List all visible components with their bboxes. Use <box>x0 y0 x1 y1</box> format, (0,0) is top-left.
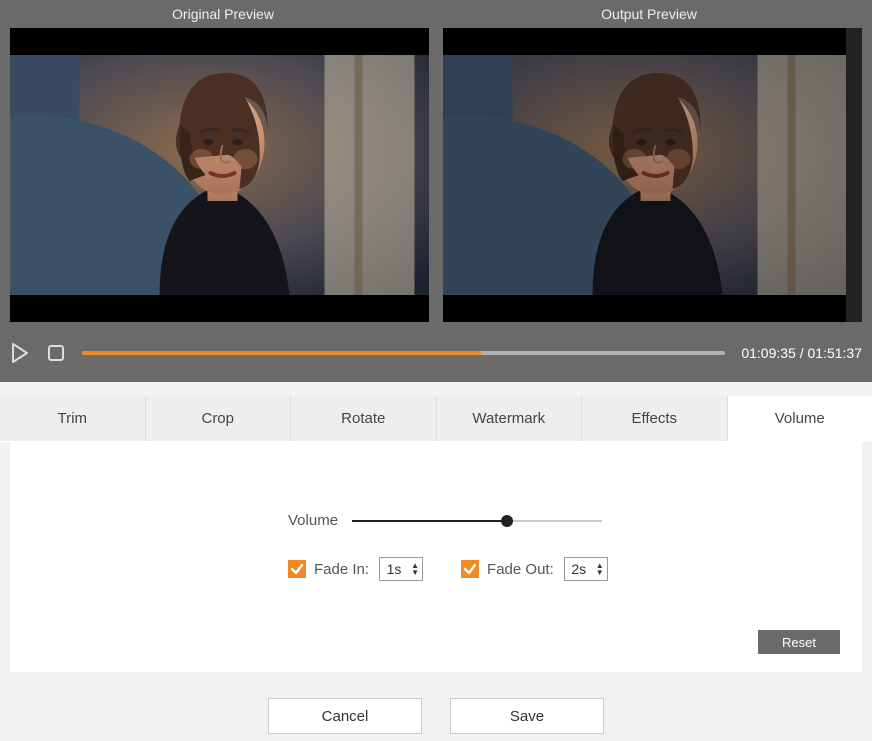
output-preview <box>443 28 862 322</box>
check-icon <box>463 562 477 576</box>
tab-trim[interactable]: Trim <box>0 396 145 441</box>
stop-icon <box>46 343 66 363</box>
tab-bar: Trim Crop Rotate Watermark Effects Volum… <box>0 396 872 442</box>
tab-effects[interactable]: Effects <box>581 396 727 441</box>
play-icon <box>10 342 30 364</box>
fade-in-checkbox[interactable] <box>288 560 306 578</box>
fade-in-stepper[interactable]: 1s ▲▼ <box>379 557 423 581</box>
reset-button[interactable]: Reset <box>758 630 840 654</box>
tab-volume[interactable]: Volume <box>727 396 872 441</box>
output-video-frame <box>443 55 862 295</box>
fade-out-value: 2s <box>565 558 593 580</box>
tab-watermark[interactable]: Watermark <box>436 396 582 441</box>
volume-panel: Volume Fade In: 1s ▲▼ Fade Out: 2s ▲▼ <box>10 442 862 672</box>
fade-out-checkbox[interactable] <box>461 560 479 578</box>
check-icon <box>290 562 304 576</box>
fade-out-stepper[interactable]: 2s ▲▼ <box>564 557 608 581</box>
tab-rotate[interactable]: Rotate <box>290 396 436 441</box>
play-button[interactable] <box>10 342 30 364</box>
original-preview <box>10 28 429 322</box>
time-readout: 01:09:35 / 01:51:37 <box>741 345 862 361</box>
preview-zone: Original Preview Output Preview <box>0 0 872 382</box>
progress-fill <box>82 351 481 355</box>
output-preview-label: Output Preview <box>436 6 862 22</box>
current-time: 01:09:35 <box>741 345 796 361</box>
volume-label: Volume <box>288 512 338 529</box>
stepper-arrows-icon: ▲▼ <box>408 558 422 580</box>
cancel-button[interactable]: Cancel <box>268 698 422 734</box>
volume-slider[interactable] <box>352 513 602 529</box>
fade-out-label: Fade Out: <box>487 561 554 578</box>
tab-crop[interactable]: Crop <box>145 396 291 441</box>
stop-button[interactable] <box>46 343 66 363</box>
fade-in-value: 1s <box>380 558 408 580</box>
stepper-arrows-icon: ▲▼ <box>593 558 607 580</box>
volume-slider-thumb[interactable] <box>501 515 513 527</box>
progress-bar[interactable] <box>82 351 725 355</box>
total-time: 01:51:37 <box>808 345 863 361</box>
save-button[interactable]: Save <box>450 698 604 734</box>
fade-in-label: Fade In: <box>314 561 369 578</box>
action-row: Cancel Save <box>0 698 872 734</box>
original-preview-label: Original Preview <box>10 6 436 22</box>
original-video-frame <box>10 55 429 295</box>
